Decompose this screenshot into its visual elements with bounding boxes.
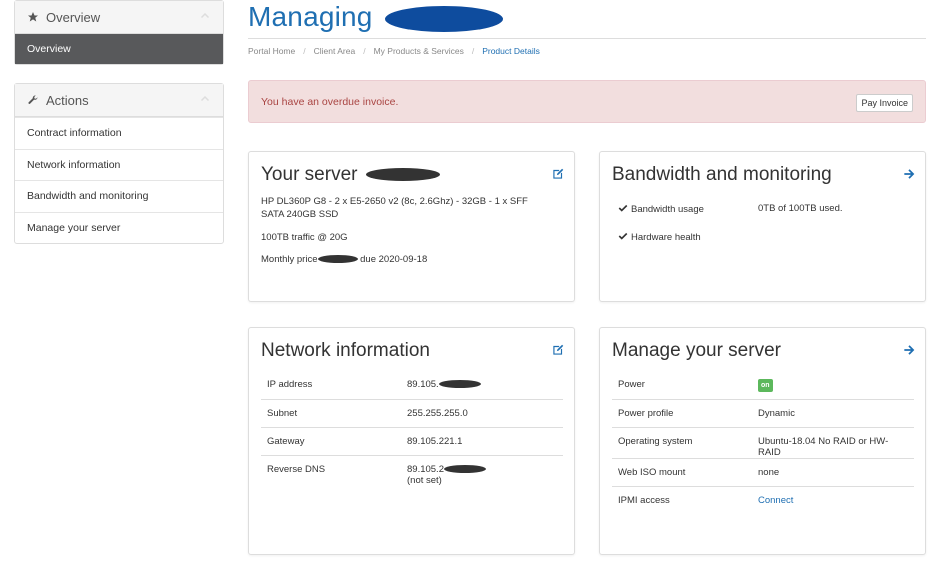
table-row: IP address 89.105. xyxy=(261,371,563,399)
check-icon xyxy=(618,204,628,212)
reverse-dns-label: Reverse DNS xyxy=(261,454,401,501)
hardware-health-label: Hardware health xyxy=(612,223,752,251)
manage-server-card: Manage your server Power on Power profil… xyxy=(599,327,926,555)
ip-address-label: IP address xyxy=(267,379,313,390)
ip-address-value: 89.105. xyxy=(401,371,563,399)
breadcrumb-separator: / xyxy=(303,46,306,56)
subnet-value: 255.255.255.0 xyxy=(401,398,563,427)
sidebar-item-manage-your-server[interactable]: Manage your server xyxy=(15,211,223,244)
star-icon xyxy=(28,12,38,22)
sidebar-item-network-information[interactable]: Network information xyxy=(15,148,223,181)
reverse-dns-ip: 89.105.2 xyxy=(407,463,444,475)
web-iso-mount-label: Web ISO mount xyxy=(612,457,752,486)
server-spec: HP DL360P G8 - 2 x E5-2650 v2 (8c, 2.6Gh… xyxy=(261,196,528,220)
reverse-dns-status: (not set) xyxy=(407,474,442,486)
edit-icon[interactable] xyxy=(551,167,565,181)
price-due-date: due 2020-09-18 xyxy=(360,254,428,265)
overdue-invoice-alert: You have an overdue invoice. Pay Invoice xyxy=(248,80,926,123)
table-row: Reverse DNS 89.105.2 (not set) xyxy=(261,454,563,501)
table-row: IPMI access Connect xyxy=(612,485,914,514)
bandwidth-title: Bandwidth and monitoring xyxy=(612,164,832,185)
reverse-dns-value: 89.105.2 (not set) xyxy=(401,454,563,501)
power-label: Power xyxy=(618,379,645,390)
table-row: Power on xyxy=(612,371,914,399)
redaction-mark xyxy=(443,464,486,473)
ipmi-access-label: IPMI access xyxy=(612,485,752,514)
web-iso-mount-value: none xyxy=(752,457,914,486)
arrow-right-icon[interactable] xyxy=(902,343,916,357)
server-monthly-price: Monthly price due 2020-09-18 xyxy=(261,253,427,266)
network-card: Network information IP address 89.105. S… xyxy=(248,327,575,555)
gateway-value: 89.105.221.1 xyxy=(401,426,563,455)
redaction-mark xyxy=(384,5,503,32)
overview-panel-title: Overview xyxy=(46,9,101,25)
hardware-health-value xyxy=(752,223,914,251)
breadcrumb-client-area[interactable]: Client Area xyxy=(314,46,356,56)
bandwidth-card: Bandwidth and monitoring Bandwidth usage… xyxy=(599,151,926,302)
actions-panel-header[interactable]: Actions xyxy=(15,84,223,117)
your-server-card: Your server HP DL360P G8 - 2 x E5-2650 v… xyxy=(248,151,575,302)
pay-invoice-button[interactable]: Pay Invoice xyxy=(856,94,913,112)
page-title-text: Managing xyxy=(248,1,373,32)
server-traffic: 100TB traffic @ 20G xyxy=(261,232,348,243)
power-value: on xyxy=(752,371,914,399)
ipmi-access-value: Connect xyxy=(752,485,914,514)
network-title: Network information xyxy=(261,340,430,361)
sidebar-item-contract-information[interactable]: Contract information xyxy=(15,117,223,149)
bandwidth-table: Bandwidth usage 0TB of 100TB used. Hardw… xyxy=(612,195,914,251)
breadcrumb-my-products-services[interactable]: My Products & Services xyxy=(374,46,464,56)
breadcrumb: Portal Home / Client Area / My Products … xyxy=(248,46,540,56)
edit-icon[interactable] xyxy=(551,343,565,357)
alert-message: You have an overdue invoice. xyxy=(261,96,399,108)
gateway-label: Gateway xyxy=(261,426,401,455)
wrench-icon xyxy=(28,95,38,104)
sidebar-item-bandwidth-and-monitoring[interactable]: Bandwidth and monitoring xyxy=(15,180,223,212)
overview-panel-header[interactable]: Overview xyxy=(15,1,223,34)
your-server-title-text: Your server xyxy=(261,164,358,185)
table-row: Bandwidth usage 0TB of 100TB used. xyxy=(612,195,914,223)
bandwidth-usage-label-text: Bandwidth usage xyxy=(631,204,704,215)
redaction-mark xyxy=(438,380,481,389)
manage-title: Manage your server xyxy=(612,340,781,361)
operating-system-label: Operating system xyxy=(612,426,752,458)
bandwidth-usage-label: Bandwidth usage xyxy=(612,195,752,223)
table-row: Subnet 255.255.255.0 xyxy=(261,398,563,427)
check-icon xyxy=(618,232,628,240)
price-label: Monthly price xyxy=(261,254,318,265)
bandwidth-usage-value: 0TB of 100TB used. xyxy=(758,203,843,214)
breadcrumb-portal-home[interactable]: Portal Home xyxy=(248,46,295,56)
title-divider xyxy=(248,38,926,39)
network-table: IP address 89.105. Subnet 255.255.255.0 … xyxy=(261,371,563,501)
actions-panel-title: Actions xyxy=(46,92,89,108)
breadcrumb-separator: / xyxy=(471,46,475,56)
hardware-health-label-text: Hardware health xyxy=(631,232,701,243)
chevron-up-icon[interactable] xyxy=(199,93,211,105)
table-row: Operating system Ubuntu-18.04 No RAID or… xyxy=(612,426,914,458)
table-row: Gateway 89.105.221.1 xyxy=(261,426,563,455)
power-status-badge[interactable]: on xyxy=(758,379,773,392)
your-server-title: Your server xyxy=(261,164,440,186)
breadcrumb-product-details: Product Details xyxy=(482,46,540,56)
sidebar: Overview Overview Actions Contract infor… xyxy=(14,0,224,262)
redaction-mark xyxy=(317,255,358,264)
actions-panel: Actions Contract information Network inf… xyxy=(14,83,224,244)
breadcrumb-separator: / xyxy=(363,46,366,56)
operating-system-value: Ubuntu-18.04 No RAID or HW-RAID xyxy=(752,426,914,458)
table-row: Hardware health xyxy=(612,223,914,251)
arrow-right-icon[interactable] xyxy=(902,167,916,181)
redaction-mark xyxy=(365,168,440,182)
sidebar-item-overview[interactable]: Overview xyxy=(15,34,223,64)
ipmi-connect-link[interactable]: Connect xyxy=(758,495,793,506)
overview-panel: Overview Overview xyxy=(14,0,224,65)
chevron-up-icon[interactable] xyxy=(199,10,211,22)
power-profile-label: Power profile xyxy=(612,398,752,427)
power-profile-value: Dynamic xyxy=(752,398,914,427)
table-row: Power profile Dynamic xyxy=(612,398,914,427)
table-row: Web ISO mount none xyxy=(612,457,914,486)
subnet-label: Subnet xyxy=(261,398,401,427)
page-title: Managing xyxy=(248,0,503,34)
manage-table: Power on Power profile Dynamic Operating… xyxy=(612,371,914,514)
ip-address-value-text: 89.105. xyxy=(407,379,439,390)
